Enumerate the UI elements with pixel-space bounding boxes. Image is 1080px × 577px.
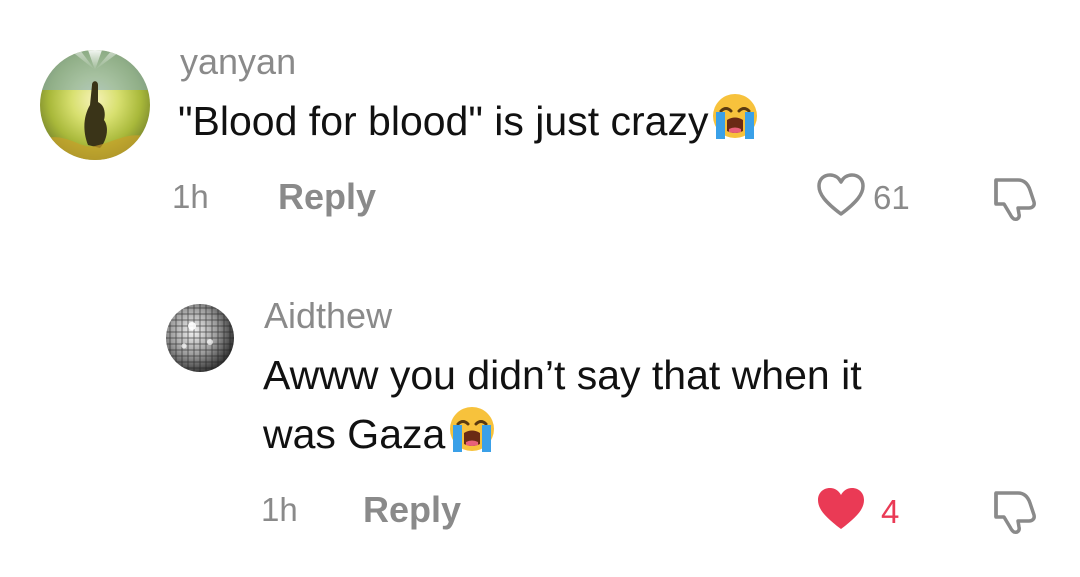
- like-button[interactable]: 4: [815, 486, 899, 537]
- thumbs-down-icon: [988, 491, 1040, 539]
- comment-username[interactable]: Aidthew: [264, 296, 392, 336]
- comment-timestamp: 1h: [172, 178, 209, 215]
- like-count: 61: [873, 178, 910, 216]
- heart-outline-icon: [815, 172, 867, 223]
- avatar[interactable]: [164, 302, 236, 374]
- comment-timestamp: 1h: [261, 491, 298, 528]
- heart-filled-icon: [815, 486, 867, 537]
- thumbs-down-icon: [988, 178, 1040, 226]
- comment-text-line-2: was Gaza: [263, 404, 497, 469]
- dislike-button[interactable]: [988, 174, 1040, 227]
- comment-aidthew: Aidthew Awww you didn’t say that when it…: [0, 240, 1080, 577]
- avatar[interactable]: [40, 50, 150, 160]
- like-count: 4: [881, 492, 900, 530]
- like-button[interactable]: 61: [815, 172, 910, 223]
- reply-button[interactable]: Reply: [278, 177, 376, 217]
- comment-text-line-1: Awww you didn’t say that when it: [263, 352, 862, 398]
- dislike-button[interactable]: [988, 487, 1040, 540]
- loudly-crying-face-icon: [710, 91, 760, 156]
- comment-text-content: was Gaza: [263, 411, 446, 457]
- comment-text: "Blood for blood" is just crazy: [178, 91, 760, 156]
- comment-yanyan: yanyan "Blood for blood" is just crazy 1…: [0, 0, 1080, 240]
- loudly-crying-face-icon: [447, 404, 497, 469]
- comment-text-content: "Blood for blood" is just crazy: [178, 98, 709, 144]
- comment-username[interactable]: yanyan: [180, 42, 296, 82]
- reply-button[interactable]: Reply: [363, 490, 461, 530]
